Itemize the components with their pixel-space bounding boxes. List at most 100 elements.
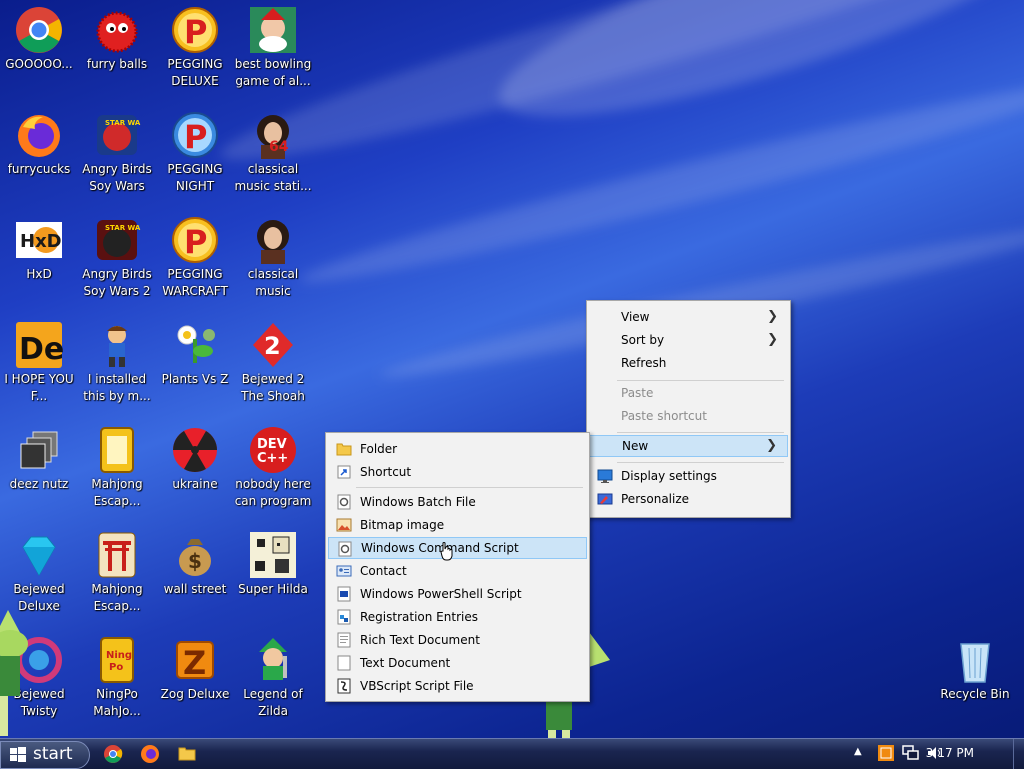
icon-label: best bowling game of al... [234,57,312,88]
desktop-icon-classical-2[interactable]: classical music station [234,216,312,300]
de-icon: De [15,321,63,369]
desktop-icon-angry-birds-soy-wars[interactable]: STAR WARS Angry Birds Soy Wars [78,111,156,195]
new-item-rich-text[interactable]: Rich Text Document [328,629,587,651]
desktop-icon-pegging-deluxe[interactable]: P PEGGING DELUXE [156,6,234,90]
desktop-context-menu: View ❯ Sort by ❯ Refresh Paste Paste short… [586,300,791,518]
desktop-icon-i-hope-you[interactable]: De I HOPE YOU F... [0,321,78,405]
menu-item-refresh[interactable]: Refresh [589,352,788,374]
ningpo-tile-icon: Ning Po [93,636,141,684]
desktop[interactable]: GOOOOO... furrycucks HxD HxD De I HOPE Y… [0,0,1024,738]
taskbar-file-explorer-icon[interactable] [177,744,197,764]
flag-icon[interactable] [877,744,895,762]
desktop-icon-mahjong-escap-1[interactable]: Mahjong Escap... [78,426,156,510]
network-icon[interactable] [902,745,920,761]
menu-item-personalize[interactable]: Personalize [589,488,788,510]
new-item-command-script[interactable]: Windows Command Script [328,537,587,559]
svg-text:STAR WARS: STAR WARS [105,224,141,232]
new-item-powershell[interactable]: Windows PowerShell Script [328,583,587,605]
desktop-icon-recycle-bin[interactable]: Recycle Bin [936,636,1014,703]
desktop-icon-legend-of-zilda[interactable]: Legend of Zilda [234,636,312,720]
desktop-icon-furry-balls[interactable]: furry balls [78,6,156,73]
desktop-icon-i-installed[interactable]: I installed this by m... [78,321,156,405]
classical-portrait-icon [249,216,297,264]
menu-item-label: Paste shortcut [621,409,707,423]
pegging-p-icon: P [171,6,219,54]
new-item-text-document[interactable]: Text Document [328,652,587,674]
desktop-icon-pegging-night[interactable]: P PEGGING NIGHT [156,111,234,195]
bowling-santa-icon [249,6,297,54]
menu-item-paste[interactable]: Paste [589,382,788,404]
cartoon-kid-icon [93,321,141,369]
menu-item-label: Rich Text Document [360,633,480,647]
desktop-icon-nobody-here[interactable]: DEV C++ nobody here can program [234,426,312,510]
taskbar-chrome-icon[interactable] [103,744,123,764]
menu-item-label: Contact [360,564,407,578]
new-item-batch-file[interactable]: Windows Batch File [328,491,587,513]
icon-label: PEGGING NIGHT [167,162,223,193]
menu-separator [617,462,784,463]
desktop-icon-hxd[interactable]: HxD HxD [0,216,78,283]
peridot-figure-left [0,610,34,738]
icon-label: Recycle Bin [940,687,1010,701]
stacked-windows-icon [15,426,63,474]
desktop-icon-ukraine[interactable]: ukraine [156,426,234,493]
bejeweled2-icon: 2 [249,321,297,369]
menu-item-label: View [621,310,650,324]
money-bag-icon: $ [171,531,219,579]
document-icon [336,632,352,648]
show-hidden-icons-icon[interactable]: ▲ [854,746,862,757]
desktop-icon-bejewed-deluxe[interactable]: Bejewed Deluxe [0,531,78,615]
menu-separator [356,487,583,488]
new-item-vbscript[interactable]: VBScript Script File [328,675,587,697]
new-item-registration[interactable]: Registration Entries [328,606,587,628]
devcpp-icon: DEV C++ [249,426,297,474]
desktop-icon-wall-street[interactable]: $ wall street [156,531,234,598]
icon-label: Legend of Zilda [243,687,303,718]
menu-item-paste-shortcut[interactable]: Paste shortcut [589,405,788,427]
desktop-icon-plants-vs-z[interactable]: Plants Vs Z [156,321,234,388]
link-character-icon [249,636,297,684]
svg-text:STAR WARS: STAR WARS [105,119,141,127]
new-item-bitmap[interactable]: Bitmap image [328,514,587,536]
new-submenu: Folder Shortcut Windows Batch File Bitma… [325,432,590,702]
desktop-icon-classical-1[interactable]: 64 classical music stati... [234,111,312,195]
desktop-icon-best-bowling[interactable]: best bowling game of al... [234,6,312,90]
desktop-icon-mahjong-escap-2[interactable]: Mahjong Escap... [78,531,156,615]
desktop-icon-gooooo[interactable]: GOOOOO... [0,6,78,73]
taskbar: start ▲ 3:17 PM [0,738,1024,769]
show-desktop-button[interactable] [1013,739,1024,769]
svg-text:P: P [184,118,207,156]
menu-item-new[interactable]: New ❯ [589,435,788,457]
menu-item-label: Windows PowerShell Script [360,587,522,601]
svg-text:2: 2 [264,332,281,360]
new-item-folder[interactable]: Folder [328,438,587,460]
desktop-icon-deez-nutz[interactable]: deez nutz [0,426,78,493]
desktop-icon-super-hilda[interactable]: Super Hilda [234,531,312,598]
pixel-character-icon [249,531,297,579]
menu-item-label: Display settings [621,469,717,483]
menu-item-view[interactable]: View ❯ [589,306,788,328]
desktop-icon-bejewed-2[interactable]: 2 Bejewed 2 The Shoah [234,321,312,405]
clock[interactable]: 3:17 PM [926,746,974,760]
taskbar-firefox-icon[interactable] [140,744,160,764]
menu-item-display-settings[interactable]: Display settings [589,465,788,487]
angry-birds-starwars-icon: STAR WARS [93,111,141,159]
desktop-icon-ningpo[interactable]: Ning Po NingPo MahJo... [78,636,156,720]
menu-item-sort-by[interactable]: Sort by ❯ [589,329,788,351]
desktop-icon-angry-birds-soy-wars-2[interactable]: STAR WARS Angry Birds Soy Wars 2 [78,216,156,300]
mouse-cursor-icon [440,542,454,562]
start-button[interactable]: start [0,741,90,769]
new-item-contact[interactable]: Contact [328,560,587,582]
menu-item-label: Paste [621,386,654,400]
desktop-icon-zog-deluxe[interactable]: Z Zog Deluxe [156,636,234,703]
menu-item-label: VBScript Script File [360,679,474,693]
icon-label: ukraine [172,477,218,491]
powershell-file-icon [336,586,352,602]
menu-item-label: Bitmap image [360,518,445,532]
desktop-icon-pegging-warcraft[interactable]: P PEGGING WARCRAFT [156,216,234,300]
radiation-icon [171,426,219,474]
desktop-icon-furrycucks[interactable]: furrycucks [0,111,78,178]
chevron-right-icon: ❯ [767,309,778,324]
new-item-shortcut[interactable]: Shortcut [328,461,587,483]
menu-item-label: Refresh [621,356,667,370]
